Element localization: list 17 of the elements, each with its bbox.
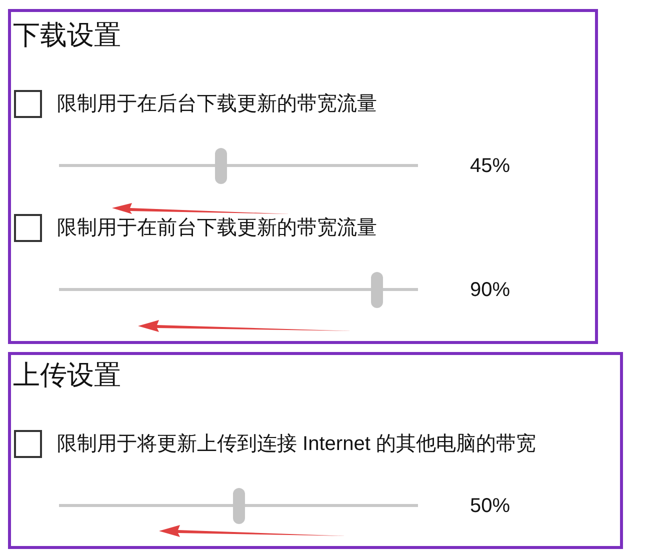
checkbox[interactable]	[14, 214, 42, 242]
checkbox[interactable]	[14, 90, 42, 118]
option-label: 限制用于将更新上传到连接 Internet 的其他电脑的带宽	[57, 432, 536, 457]
slider-value: 50%	[470, 494, 510, 519]
option-label: 限制用于在前台下载更新的带宽流量	[57, 216, 377, 241]
slider-value: 90%	[470, 278, 510, 303]
slider[interactable]	[59, 270, 418, 310]
slider[interactable]	[59, 486, 418, 526]
slider-thumb[interactable]	[232, 488, 244, 524]
slider-thumb[interactable]	[371, 272, 384, 308]
slider[interactable]	[59, 146, 418, 186]
section-title: 上传设置	[13, 359, 122, 392]
option-label: 限制用于在后台下载更新的带宽流量	[57, 92, 377, 117]
checkbox[interactable]	[14, 430, 42, 458]
slider-thumb[interactable]	[215, 148, 228, 184]
slider-value: 45%	[470, 154, 510, 179]
section-title: 下载设置	[13, 19, 122, 52]
